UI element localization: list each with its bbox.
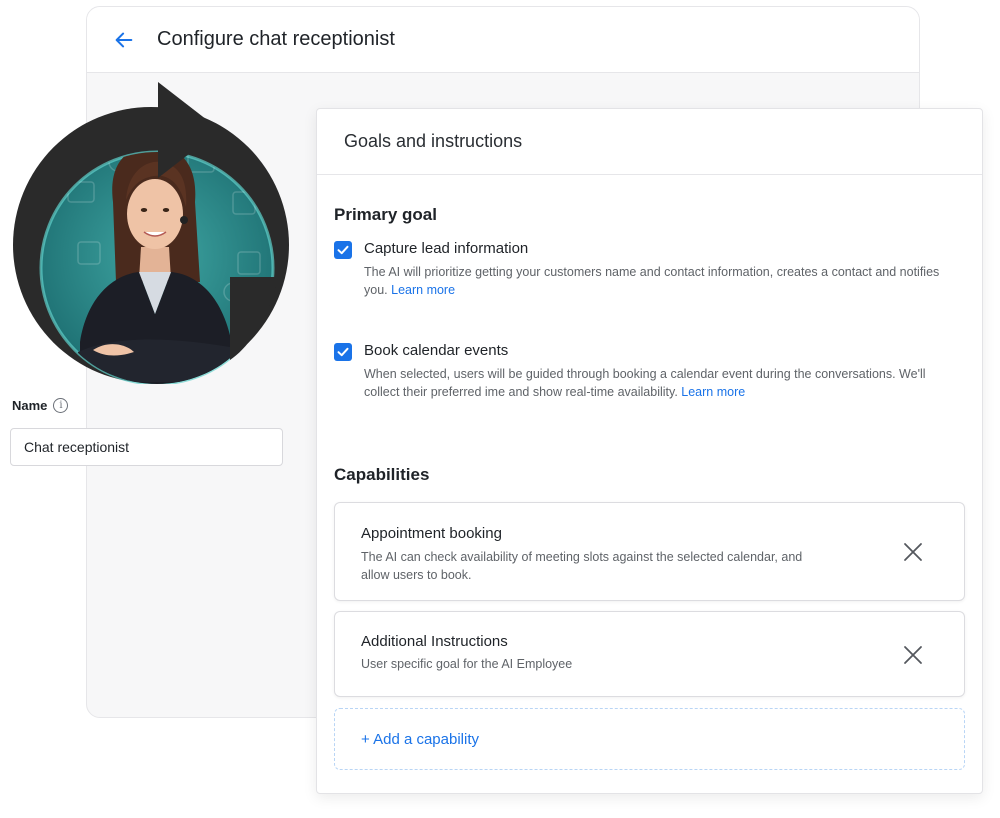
close-icon[interactable]	[902, 644, 924, 666]
check-icon	[337, 347, 349, 357]
goal-title: Capture lead information	[364, 240, 529, 257]
capability-title: Additional Instructions	[361, 633, 508, 650]
capability-description: The AI can check availability of meeting…	[361, 550, 803, 582]
page-title: Configure chat receptionist	[157, 28, 395, 50]
name-label: Name i	[12, 398, 69, 413]
capability-title: Appointment booking	[361, 525, 502, 542]
check-icon	[337, 245, 349, 255]
capability-card-instructions: Additional Instructions User specific go…	[334, 611, 965, 697]
capabilities-heading: Capabilities	[334, 465, 430, 484]
capability-card-appointment: Appointment booking The AI can check ava…	[334, 502, 965, 601]
learn-more-link[interactable]: Learn more	[681, 385, 745, 399]
primary-goal-heading: Primary goal	[334, 205, 437, 224]
back-arrow-icon[interactable]	[113, 28, 137, 52]
add-capability-button[interactable]: + Add a capability	[334, 708, 965, 770]
name-field[interactable]: Chat receptionist	[10, 428, 283, 466]
goal-description: The AI will prioritize getting your cust…	[364, 265, 940, 297]
window-header: Configure chat receptionist	[87, 7, 919, 73]
goal-title: Book calendar events	[364, 342, 509, 359]
capability-description: User specific goal for the AI Employee	[361, 657, 573, 671]
close-icon[interactable]	[902, 541, 924, 563]
goal-description: When selected, users will be guided thro…	[364, 367, 926, 399]
info-icon[interactable]: i	[53, 398, 69, 413]
goal-book-calendar: Book calendar events When selected, user…	[334, 342, 954, 402]
capture-lead-checkbox[interactable]	[334, 241, 352, 259]
learn-more-link[interactable]: Learn more	[391, 283, 455, 297]
panel-title: Goals and instructions	[317, 109, 982, 175]
goals-panel: Goals and instructions Primary goal Capt…	[316, 108, 983, 794]
book-calendar-checkbox[interactable]	[334, 343, 352, 361]
avatar	[8, 82, 294, 386]
goal-capture-lead: Capture lead information The AI will pri…	[334, 240, 954, 300]
